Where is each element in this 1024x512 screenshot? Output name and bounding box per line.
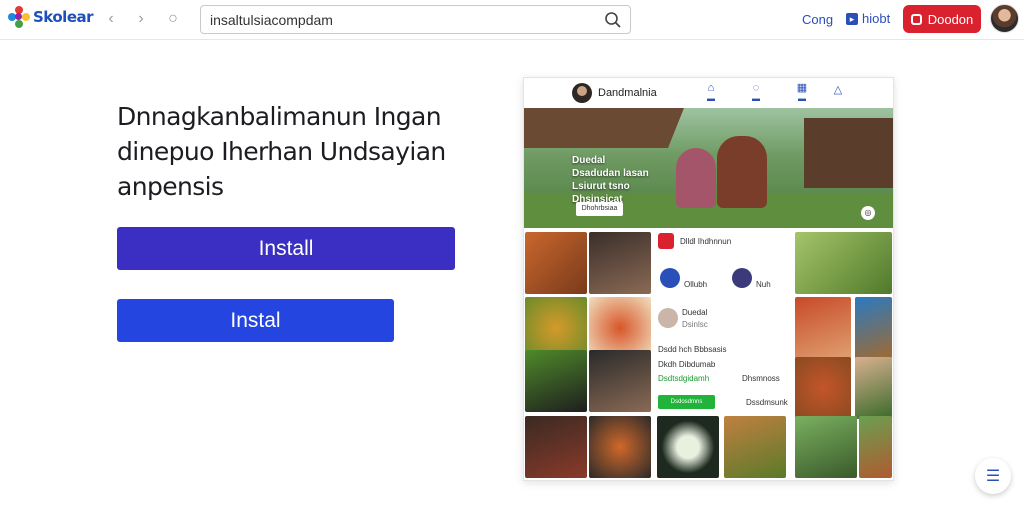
detail-link[interactable]: Dssdmsunk <box>746 398 788 407</box>
brand-logo[interactable]: Skolear <box>8 6 94 28</box>
detail-line-3: Dsdtsdgidamh <box>658 374 710 383</box>
detail-sub: Dsinlsc <box>682 320 708 329</box>
bell-icon[interactable]: △ <box>826 84 850 96</box>
search-input[interactable] <box>210 10 600 30</box>
photo-tile[interactable] <box>525 232 587 294</box>
hiobt-label: hiobt <box>862 11 891 26</box>
user-avatar[interactable] <box>990 4 1019 33</box>
photo-tile[interactable] <box>795 357 851 419</box>
photo-tile[interactable] <box>855 297 892 359</box>
photo-tile[interactable] <box>859 416 892 478</box>
card-row-1: Ollubh <box>684 280 708 289</box>
refresh-icon[interactable]: ○ <box>163 10 183 28</box>
grid-icon[interactable]: ▦ ▬ <box>790 82 814 103</box>
photo-tile[interactable] <box>795 416 857 478</box>
square-icon <box>910 13 922 25</box>
forward-icon[interactable]: › <box>131 10 151 28</box>
search-icon[interactable] <box>604 11 622 29</box>
card-avatar-2 <box>732 268 752 288</box>
preview-profile-name: Dandmalnia <box>598 87 657 99</box>
hero-title-line-2: dinepuo Iherhan Undsayian <box>117 137 446 166</box>
banner-person-2 <box>717 136 767 208</box>
photo-tile[interactable] <box>589 350 651 412</box>
card-logo-icon <box>658 233 674 249</box>
banner-house <box>804 118 893 188</box>
hiobt-link[interactable]: ▸ hiobt <box>846 11 890 26</box>
photo-tile[interactable] <box>724 416 786 478</box>
card-row-2: Nuh <box>756 280 771 289</box>
hero-title-line-1: Dnnagkanbalimanun Ingan <box>117 102 442 131</box>
doodon-button[interactable]: Doodon <box>903 5 981 33</box>
banner-cta-button[interactable]: Dhohrbsiaa <box>576 202 623 216</box>
photo-tile[interactable] <box>589 232 651 294</box>
brand-name: Skolear <box>33 8 94 26</box>
banner-text: Duedal Dsadudan lasan Lsiurut tsno Dhsin… <box>572 154 649 206</box>
home-icon[interactable]: ⌂ ▬ <box>699 82 723 103</box>
floating-menu-button[interactable]: ☰ <box>975 458 1011 494</box>
install-primary-button[interactable]: Install <box>117 227 455 270</box>
preview-banner: Duedal Dsadudan lasan Lsiurut tsno Dhsin… <box>524 108 893 228</box>
photo-tile[interactable] <box>589 416 651 478</box>
photo-tile[interactable] <box>657 416 719 478</box>
profile-card[interactable]: Dlldl Ihdhnnun Ollubh Nuh <box>654 230 790 296</box>
preview-avatar <box>572 83 592 103</box>
banner-roof <box>524 108 684 148</box>
search-bar <box>200 5 631 34</box>
hero-title-line-3: anpensis <box>117 172 224 201</box>
card-avatar-1 <box>660 268 680 288</box>
detail-card[interactable]: Duedal Dsinlsc Dsdd hch Bbbsasis Dkdh Di… <box>654 300 790 415</box>
app-preview: Dandmalnia ⌂ ▬ ◌ ▬ ▦ ▬ △ Duedal Dsadudan la… <box>523 77 894 481</box>
doodon-label: Doodon <box>927 11 974 27</box>
back-icon[interactable]: ‹ <box>101 10 121 28</box>
banner-text-2: Dsadudan lasan <box>572 168 649 179</box>
cong-link[interactable]: Cong <box>802 12 833 27</box>
hero-title: Dnnagkanbalimanun Ingan dinepuo Iherhan … <box>117 99 487 204</box>
banner-person-1 <box>676 148 716 208</box>
detail-line-4: Dhsmnoss <box>742 374 780 383</box>
photo-tile[interactable] <box>795 297 851 359</box>
photo-tile[interactable] <box>525 416 587 478</box>
top-bar: Skolear ‹ › ○ Cong ▸ hiobt Doodon <box>0 0 1024 40</box>
card-title: Dlldl Ihdhnnun <box>680 237 732 246</box>
banner-more-icon[interactable]: ◎ <box>861 206 875 220</box>
photo-tile[interactable] <box>855 357 892 419</box>
detail-title: Duedal <box>682 308 708 317</box>
card-avatar <box>658 308 678 328</box>
menu-icon: ☰ <box>985 468 1001 485</box>
detail-line-2: Dkdh Dibdumab <box>658 360 716 369</box>
detail-green-button[interactable]: Dsdosdmns <box>658 395 715 409</box>
photo-tile[interactable] <box>795 232 892 294</box>
preview-header: Dandmalnia ⌂ ▬ ◌ ▬ ▦ ▬ △ <box>524 78 893 108</box>
chat-icon[interactable]: ◌ ▬ <box>744 82 768 103</box>
install-secondary-button[interactable]: Instal <box>117 299 394 342</box>
logo-flower-icon <box>8 6 30 28</box>
photo-tile[interactable] <box>525 350 587 412</box>
banner-text-1: Duedal <box>572 155 606 166</box>
detail-line-1: Dsdd hch Bbbsasis <box>658 345 727 354</box>
banner-text-3: Lsiurut tsno <box>572 181 630 192</box>
video-icon: ▸ <box>846 12 858 25</box>
